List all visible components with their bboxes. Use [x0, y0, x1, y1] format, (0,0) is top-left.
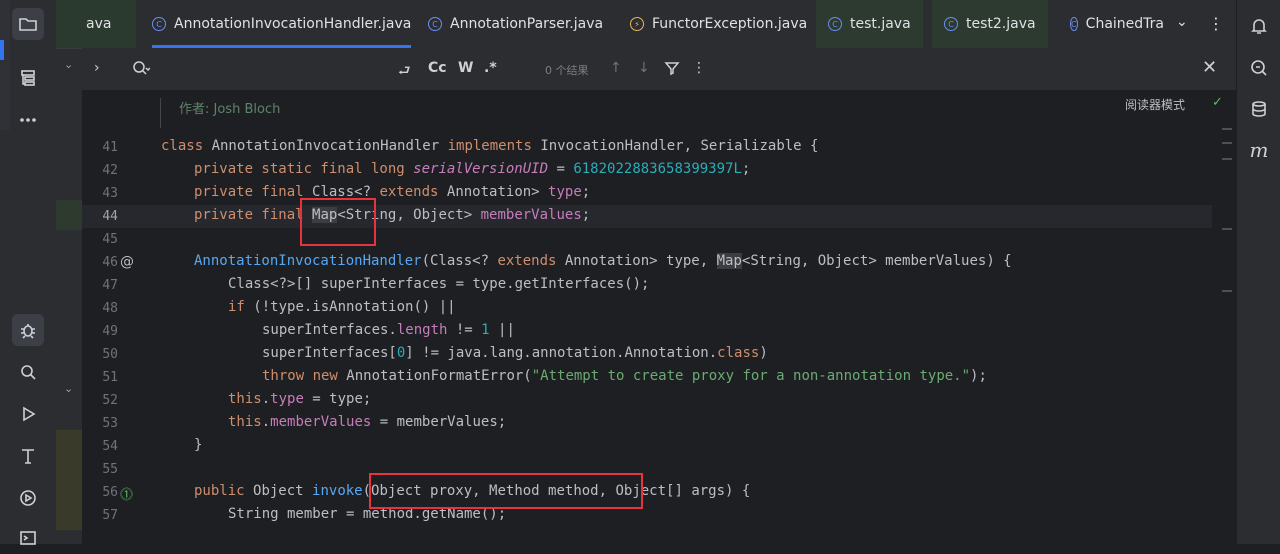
right-tool-bar: m: [1236, 0, 1280, 544]
line-number: 53: [102, 416, 118, 431]
line-number: 44: [102, 209, 118, 224]
project-folder-icon[interactable]: [12, 8, 44, 40]
line-number: 51: [102, 370, 118, 385]
line-number: 56: [102, 485, 118, 500]
search-result-count: 0 个结果: [545, 64, 589, 77]
java-class-icon: C: [1070, 17, 1078, 31]
code-line-50: superInterfaces[0] != java.lang.annotati…: [262, 345, 768, 361]
code-line-54: }: [194, 437, 203, 453]
line-number: 52: [102, 393, 118, 408]
scroll-marker: [1222, 228, 1232, 230]
tab-functor-exception[interactable]: ⚡ FunctorException.java: [630, 0, 807, 48]
scroll-marker: [1222, 290, 1232, 292]
java-class-icon: C: [828, 17, 842, 31]
java-class-icon: C: [428, 17, 442, 31]
code-line-42: private static final long serialVersionU…: [194, 161, 751, 177]
line-number: 41: [102, 140, 118, 155]
run-icon[interactable]: [12, 398, 44, 430]
code-line-47: Class<?>[] superInterfaces = type.getInt…: [228, 276, 650, 292]
code-line-53: this.memberValues = memberValues;: [228, 414, 507, 430]
exception-class-icon: ⚡: [630, 17, 644, 31]
code-line-52: this.type = type;: [228, 391, 372, 407]
check-icon: ✓: [1212, 95, 1223, 110]
notifications-icon[interactable]: [1245, 12, 1273, 40]
more-tools-icon[interactable]: [12, 104, 44, 136]
more-options-icon[interactable]: ⋮: [1208, 14, 1232, 38]
chevron-down-icon[interactable]: ⌄: [64, 382, 73, 395]
search-history-icon[interactable]: [132, 60, 151, 80]
ai-assistant-icon[interactable]: [1245, 54, 1273, 82]
code-line-46: AnnotationInvocationHandler(Class<? exte…: [194, 253, 1012, 269]
window-edge: [0, 0, 10, 130]
line-number: 42: [102, 163, 118, 178]
scroll-marker: [1222, 158, 1232, 160]
expand-replace-chevron-icon[interactable]: ›: [94, 60, 100, 76]
new-line-icon[interactable]: ⮐: [398, 60, 411, 84]
filter-icon[interactable]: [664, 60, 680, 80]
match-case-button[interactable]: Cc: [428, 60, 447, 76]
more-icon[interactable]: ⋮: [692, 60, 706, 76]
find-bar: › ⮐ Cc W .* 0 个结果 ↑ ↓ ⋮ ✕: [82, 48, 1236, 91]
tab-annotation-parser[interactable]: C AnnotationParser.java: [428, 0, 603, 48]
annotation-gutter-icon[interactable]: @: [120, 254, 134, 270]
whole-words-button[interactable]: W: [458, 60, 473, 76]
next-occurrence-icon[interactable]: ↓: [638, 60, 650, 76]
line-number: 57: [102, 508, 118, 523]
code-editor[interactable]: 作者: Josh Bloch 阅读器模式 ✓ 41 42 43 44 45 46…: [82, 90, 1236, 544]
chevron-down-icon[interactable]: ⌄: [64, 58, 73, 71]
line-number: 47: [102, 278, 118, 293]
tab-partial[interactable]: ava: [56, 0, 136, 48]
close-icon[interactable]: ✕: [1202, 57, 1217, 78]
editor-tab-bar: ava C AnnotationInvocationHandler.java C…: [56, 0, 1236, 49]
java-class-icon: C: [152, 17, 166, 31]
diff-marker: [56, 430, 82, 530]
maven-icon[interactable]: m: [1245, 136, 1273, 164]
scroll-marker: [1222, 142, 1232, 144]
code-line-49: superInterfaces.length != 1 ||: [262, 322, 515, 338]
line-number: 48: [102, 301, 118, 316]
editor-bottom-edge: [82, 530, 1236, 544]
tab-chained-transformer[interactable]: C ChainedTra: [1070, 0, 1164, 48]
highlight-box-invoke-params: [369, 473, 643, 509]
line-number: 43: [102, 186, 118, 201]
line-number: 54: [102, 439, 118, 454]
search-icon[interactable]: [12, 356, 44, 388]
scroll-marker: [1222, 128, 1232, 130]
diff-marker: [56, 200, 82, 230]
line-number: 46: [102, 255, 118, 270]
tab-test[interactable]: C test.java: [816, 0, 923, 48]
tab-test2[interactable]: C test2.java: [932, 0, 1048, 48]
line-number: 45: [102, 232, 118, 247]
structure-icon[interactable]: [12, 62, 44, 94]
text-format-icon[interactable]: [12, 440, 44, 472]
code-line-43: private final Class<? extends Annotation…: [194, 184, 591, 200]
line-number: 55: [102, 462, 118, 477]
terminal-icon[interactable]: [12, 522, 44, 554]
tab-annotation-invocation-handler[interactable]: C AnnotationInvocationHandler.java: [152, 0, 412, 48]
debug-icon[interactable]: [12, 314, 44, 346]
database-icon[interactable]: [1245, 95, 1273, 123]
line-number: 50: [102, 347, 118, 362]
java-class-icon: C: [944, 17, 958, 31]
regex-button[interactable]: .*: [484, 60, 497, 76]
code-line-44: private final Map<String, Object> member…: [194, 207, 591, 223]
services-icon[interactable]: [12, 482, 44, 514]
doc-comment-author: 作者: Josh Bloch: [160, 98, 280, 128]
reader-mode-toggle[interactable]: 阅读器模式: [1125, 96, 1185, 113]
tab-list-chevron-icon[interactable]: ⌄: [1176, 14, 1200, 38]
previous-occurrence-icon[interactable]: ↑: [610, 60, 622, 76]
code-line-48: if (!type.isAnnotation() ||: [228, 299, 456, 315]
line-number: 49: [102, 324, 118, 339]
code-line-51: throw new AnnotationFormatError("Attempt…: [262, 368, 987, 384]
code-line-41: class AnnotationInvocationHandler implem…: [161, 138, 819, 154]
implements-method-icon[interactable]: ⓵: [120, 484, 133, 503]
highlight-box-map: [300, 198, 376, 246]
